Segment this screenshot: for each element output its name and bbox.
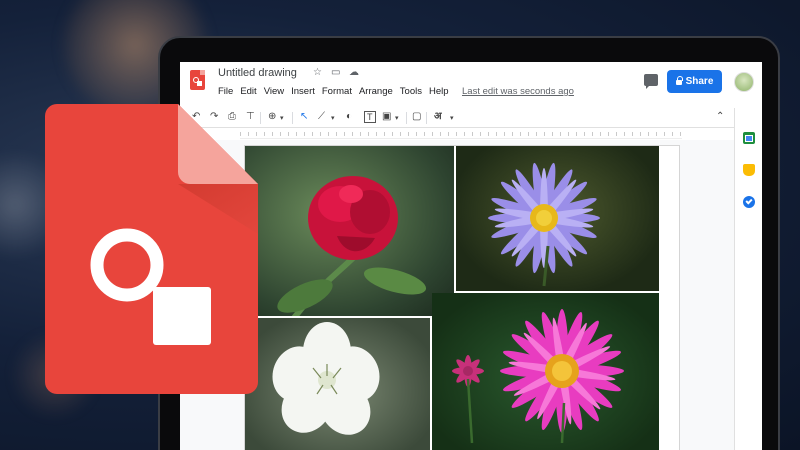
toolbar-divider bbox=[260, 112, 261, 124]
zoom-dropdown-chevron-icon[interactable]: ▾ bbox=[280, 113, 284, 125]
toolbar-divider bbox=[292, 112, 293, 124]
menu-view[interactable]: View bbox=[264, 86, 284, 97]
toolbar: ↶ ↷ ⎙ ⊤ ⊕ ▾ ↖ ⟋ ▾ ◐ T ▣ ▾ ▢ अ ▾ ⌃ bbox=[180, 108, 734, 128]
move-folder-icon[interactable]: ▭ bbox=[331, 67, 340, 78]
laptop-screen: Untitled drawing ☆ ▭ ☁ File Edit View In… bbox=[180, 62, 762, 450]
comment-icon[interactable]: ▢ bbox=[412, 111, 421, 123]
input-tools-icon[interactable]: अ bbox=[434, 111, 442, 123]
menu-edit[interactable]: Edit bbox=[240, 86, 256, 97]
lock-icon bbox=[675, 76, 683, 85]
avatar[interactable] bbox=[734, 72, 754, 92]
image-dropdown-chevron-icon[interactable]: ▾ bbox=[395, 113, 399, 125]
purple-aster-photo[interactable] bbox=[456, 146, 659, 291]
share-button[interactable]: Share bbox=[667, 70, 722, 93]
purple-aster-illustration bbox=[488, 162, 600, 287]
zoom-icon[interactable]: ⊕ bbox=[268, 111, 276, 123]
cloud-status-icon[interactable]: ☁ bbox=[349, 67, 359, 78]
google-drawings-logo-icon bbox=[45, 104, 258, 394]
app-header: Untitled drawing ☆ ▭ ☁ File Edit View In… bbox=[180, 62, 762, 108]
menu-format[interactable]: Format bbox=[322, 86, 352, 97]
white-flower-illustration bbox=[272, 322, 380, 435]
side-panel bbox=[734, 108, 762, 450]
toolbar-divider bbox=[406, 112, 407, 124]
pink-aster-illustration bbox=[452, 309, 624, 444]
keep-icon[interactable] bbox=[743, 164, 755, 176]
last-edit-link[interactable]: Last edit was seconds ago bbox=[462, 86, 574, 97]
line-tool-icon[interactable]: ⟋ bbox=[318, 111, 325, 123]
text-box-icon[interactable]: T bbox=[364, 111, 376, 123]
menu-file[interactable]: File bbox=[218, 86, 233, 97]
star-icon[interactable]: ☆ bbox=[313, 67, 322, 78]
drawings-logo-icon[interactable] bbox=[190, 70, 205, 90]
comment-history-icon[interactable] bbox=[644, 74, 658, 89]
line-dropdown-chevron-icon[interactable]: ▾ bbox=[331, 113, 335, 125]
pink-aster-photo[interactable] bbox=[432, 293, 659, 450]
collapse-toolbar-icon[interactable]: ⌃ bbox=[716, 111, 724, 123]
share-button-label: Share bbox=[685, 76, 714, 87]
input-tools-chevron-icon[interactable]: ▾ bbox=[450, 113, 454, 125]
select-tool-icon[interactable]: ↖ bbox=[300, 111, 308, 123]
menu-arrange[interactable]: Arrange bbox=[359, 86, 393, 97]
document-title[interactable]: Untitled drawing bbox=[218, 67, 297, 79]
rose-photo[interactable] bbox=[245, 146, 454, 316]
horizontal-ruler bbox=[240, 129, 682, 139]
tasks-icon[interactable] bbox=[743, 196, 755, 208]
image-tool-icon[interactable]: ▣ bbox=[382, 111, 391, 123]
toolbar-divider bbox=[426, 112, 427, 124]
white-flower-photo[interactable] bbox=[245, 318, 430, 450]
rose-illustration bbox=[277, 176, 427, 316]
calendar-icon[interactable] bbox=[743, 132, 755, 144]
menu-bar: File Edit View Insert Format Arrange Too… bbox=[218, 86, 456, 97]
menu-help[interactable]: Help bbox=[429, 86, 449, 97]
menu-insert[interactable]: Insert bbox=[291, 86, 315, 97]
shape-tool-icon[interactable]: ◐ bbox=[346, 111, 352, 123]
menu-tools[interactable]: Tools bbox=[400, 86, 422, 97]
drawing-canvas[interactable] bbox=[244, 145, 680, 450]
